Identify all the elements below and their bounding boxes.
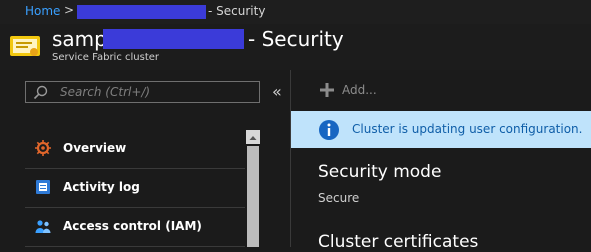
chevron-up-icon <box>249 136 257 140</box>
breadcrumb-redaction <box>77 5 206 19</box>
security-mode-value: Secure <box>318 191 360 205</box>
sidebar-item-activity-log[interactable]: Activity log <box>25 169 245 208</box>
sidebar-item-label: Activity log <box>63 180 140 194</box>
collapse-sidebar-button[interactable]: « <box>272 81 282 103</box>
add-button[interactable]: Add... <box>342 83 377 97</box>
search-icon <box>33 85 48 100</box>
certificate-icon <box>10 36 40 56</box>
sidebar-item-overview[interactable]: Overview <box>25 130 245 169</box>
title-redaction <box>103 29 244 49</box>
page-title-suffix: - Security <box>248 27 344 51</box>
overview-gear-icon <box>35 140 51 156</box>
sidebar-item-access-control[interactable]: Access control (IAM) <box>25 208 245 247</box>
breadcrumb-current: - Security <box>208 4 266 18</box>
cluster-certificates-heading: Cluster certificates <box>318 232 479 252</box>
page-subtitle: Service Fabric cluster <box>52 52 160 63</box>
info-icon <box>319 120 339 140</box>
breadcrumb-separator: > <box>64 3 75 17</box>
add-icon <box>320 83 334 97</box>
activity-log-icon <box>36 180 50 194</box>
sidebar-item-label: Overview <box>63 141 127 155</box>
scrollbar-thumb[interactable] <box>247 146 259 247</box>
scroll-up-button[interactable] <box>246 130 260 144</box>
breadcrumb-home-link[interactable]: Home <box>25 4 60 18</box>
banner-message: Cluster is updating user configuration. <box>352 122 583 136</box>
pane-divider <box>290 70 291 247</box>
sidebar-item-label: Access control (IAM) <box>63 219 202 233</box>
security-mode-heading: Security mode <box>318 162 442 182</box>
people-icon <box>35 220 51 233</box>
search-placeholder: Search (Ctrl+/) <box>60 85 151 99</box>
